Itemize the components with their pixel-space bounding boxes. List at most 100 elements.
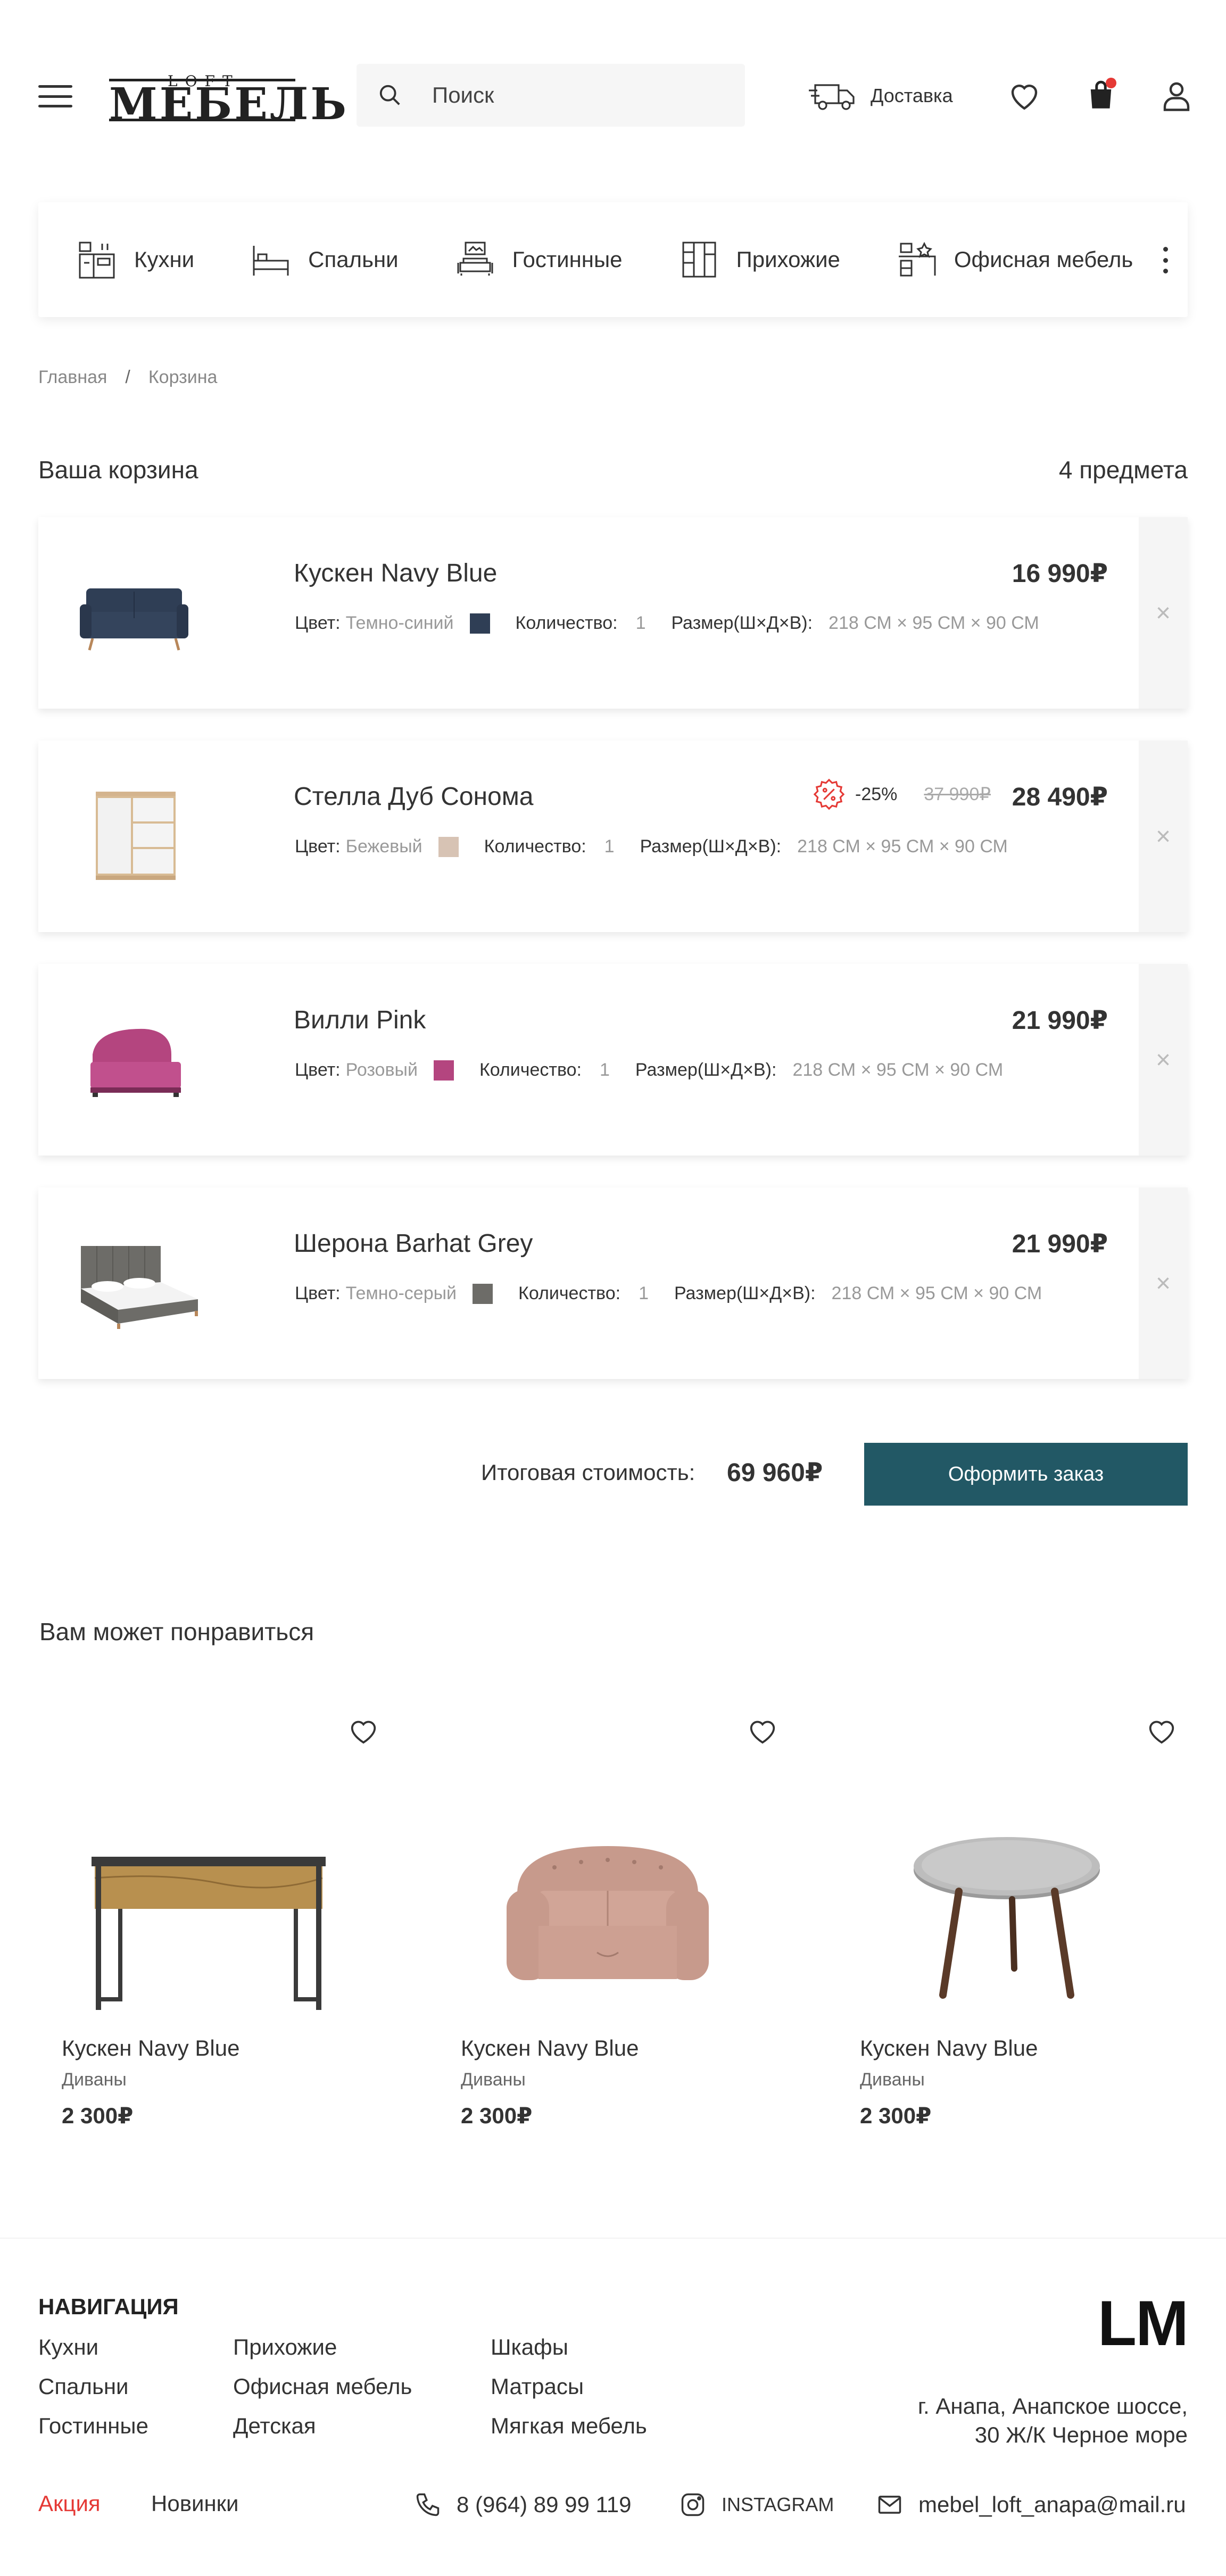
bed-grey-image[interactable]: [65, 1219, 203, 1347]
color-value: Бежевый: [345, 836, 423, 857]
search-bar[interactable]: [357, 64, 745, 127]
size-value: 218 СМ × 95 СМ × 90 СМ: [831, 1283, 1042, 1303]
category-office[interactable]: Офисная мебель: [897, 239, 1133, 280]
desk-image: [92, 1857, 326, 2010]
user-icon[interactable]: [1159, 78, 1194, 113]
category-label: Офисная мебель: [954, 247, 1133, 272]
category-bar: Кухни Спальни Гостинные Прихожие Офисная…: [38, 202, 1188, 317]
bed-icon: [253, 246, 289, 276]
cart-notification-dot: [1106, 78, 1116, 88]
color-swatch: [473, 1283, 493, 1304]
item-name[interactable]: Вилли Pink: [294, 1006, 426, 1035]
phone-link[interactable]: 8 (964) 89 99 119: [414, 2491, 631, 2519]
product-card[interactable]: Кускен Navy Blue Диваны 2 300₽: [437, 1702, 810, 2171]
footer-link-mattresses[interactable]: Матрасы: [491, 2374, 584, 2399]
wardrobe-icon: [682, 242, 716, 278]
category-hallway[interactable]: Прихожие: [679, 239, 840, 280]
remove-item-button[interactable]: ×: [1139, 741, 1188, 932]
color-swatch: [433, 1060, 454, 1081]
cart-icon[interactable]: [1083, 78, 1119, 113]
more-categories-icon[interactable]: [1163, 247, 1169, 273]
footer-link-promo[interactable]: Акция: [38, 2491, 101, 2516]
category-living[interactable]: Гостинные: [455, 239, 623, 280]
search-input[interactable]: [432, 80, 730, 111]
category-label: Спальни: [308, 247, 399, 272]
product-name[interactable]: Кускен Navy Blue: [860, 2035, 1038, 2061]
breadcrumb-separator: /: [125, 367, 130, 387]
size-label: Размер(Ш×Д×В):: [635, 1060, 777, 1080]
breadcrumb-current[interactable]: Корзина: [148, 367, 218, 388]
quantity-value: 1: [600, 1060, 610, 1080]
cart-item: Стелла Дуб Сонома -25% 37 990₽ 28 490₽ Ц…: [38, 741, 1188, 932]
product-name[interactable]: Кускен Navy Blue: [62, 2035, 239, 2061]
product-card[interactable]: Кускен Navy Blue Диваны 2 300₽: [836, 1702, 1209, 2171]
footer-link-kitchen[interactable]: Кухни: [38, 2334, 98, 2360]
remove-item-button[interactable]: ×: [1139, 964, 1188, 1156]
item-name[interactable]: Стелла Дуб Сонома: [294, 782, 533, 811]
instagram-icon: [681, 2493, 705, 2516]
item-name[interactable]: Кускен Navy Blue: [294, 559, 497, 588]
logo-big-text: МЕБЕЛЬ: [109, 79, 349, 130]
checkout-button[interactable]: Оформить заказ: [864, 1443, 1188, 1506]
color-value: Темно-серый: [345, 1283, 457, 1303]
footer-link-news[interactable]: Новинки: [151, 2491, 239, 2516]
category-bedroom[interactable]: Спальни: [251, 239, 399, 280]
color-label: Цвет:: [295, 1283, 341, 1303]
footer-link-kids[interactable]: Детская: [233, 2413, 316, 2439]
instagram-label: INSTAGRAM: [722, 2494, 834, 2515]
item-specs: Цвет: Розовый Количество: 1 Размер(Ш×Д×В…: [295, 1060, 1003, 1081]
remove-item-button[interactable]: ×: [1139, 517, 1188, 709]
heart-icon[interactable]: [348, 1717, 379, 1745]
product-name[interactable]: Кускен Navy Blue: [461, 2035, 639, 2061]
product-category: Диваны: [461, 2070, 526, 2090]
item-price: 21 990₽: [1012, 1007, 1108, 1035]
category-label: Прихожие: [736, 247, 840, 272]
header: LOFT МЕБЕЛЬ Доставка: [0, 0, 1226, 192]
heart-icon[interactable]: [1007, 78, 1042, 113]
heart-icon[interactable]: [747, 1717, 778, 1745]
total-value: 69 960₽: [727, 1459, 823, 1487]
truck-icon: [809, 84, 855, 110]
brand-logo: LM: [1097, 2288, 1189, 2359]
close-icon: ×: [1155, 1045, 1171, 1074]
armchair-pink-image[interactable]: [65, 996, 203, 1124]
footer-link-wardrobes[interactable]: Шкафы: [491, 2334, 568, 2360]
heart-icon[interactable]: [1146, 1717, 1177, 1745]
mail-icon: [878, 2496, 901, 2514]
footer-link-living[interactable]: Гостинные: [38, 2413, 148, 2439]
color-value: Темно-синий: [345, 613, 454, 633]
sofa-navy-image[interactable]: [65, 549, 203, 677]
footer-link-hallway[interactable]: Прихожие: [233, 2334, 337, 2360]
address-line: 30 Ж/К Черное море: [974, 2422, 1188, 2447]
item-name[interactable]: Шерона Barhat Grey: [294, 1229, 533, 1258]
delivery-link[interactable]: Доставка: [809, 80, 953, 112]
product-card[interactable]: Кускен Navy Blue Диваны 2 300₽: [38, 1702, 411, 2171]
quantity-label: Количество:: [479, 1060, 582, 1080]
menu-icon[interactable]: [38, 85, 72, 107]
logo[interactable]: LOFT МЕБЕЛЬ: [109, 69, 346, 130]
footer-nav-title: НАВИГАЦИЯ: [38, 2294, 179, 2319]
item-price: 16 990₽: [1012, 560, 1108, 588]
footer-link-bedroom[interactable]: Спальни: [38, 2374, 128, 2399]
sofa-pink-image: [507, 1846, 709, 1980]
breadcrumb-home[interactable]: Главная: [38, 367, 107, 388]
size-value: 218 СМ × 95 СМ × 90 СМ: [792, 1060, 1004, 1080]
discount-percent: -25%: [855, 784, 898, 804]
footer: НАВИГАЦИЯ Кухни Спальни Гостинные Прихож…: [0, 2238, 1226, 2576]
email-address: mebel_loft_anapa@mail.ru: [918, 2492, 1186, 2517]
instagram-link[interactable]: INSTAGRAM: [679, 2491, 834, 2519]
delivery-label: Доставка: [871, 85, 953, 106]
dresser-image[interactable]: [65, 772, 203, 900]
product-category: Диваны: [860, 2070, 925, 2090]
category-kitchen[interactable]: Кухни: [77, 239, 194, 280]
footer-link-soft-furniture[interactable]: Мягкая мебель: [491, 2413, 647, 2439]
kitchen-icon: [79, 242, 115, 279]
cart-item: Шерона Barhat Grey 21 990₽ Цвет: Темно-с…: [38, 1187, 1188, 1379]
close-icon: ×: [1155, 1269, 1171, 1298]
email-link[interactable]: mebel_loft_anapa@mail.ru: [876, 2491, 1186, 2519]
footer-link-office[interactable]: Офисная мебель: [233, 2374, 412, 2399]
remove-item-button[interactable]: ×: [1139, 1187, 1188, 1379]
total-label: Итоговая стоимость:: [481, 1460, 695, 1485]
quantity-label: Количество:: [518, 1283, 621, 1303]
product-price: 2 300₽: [461, 2103, 533, 2128]
